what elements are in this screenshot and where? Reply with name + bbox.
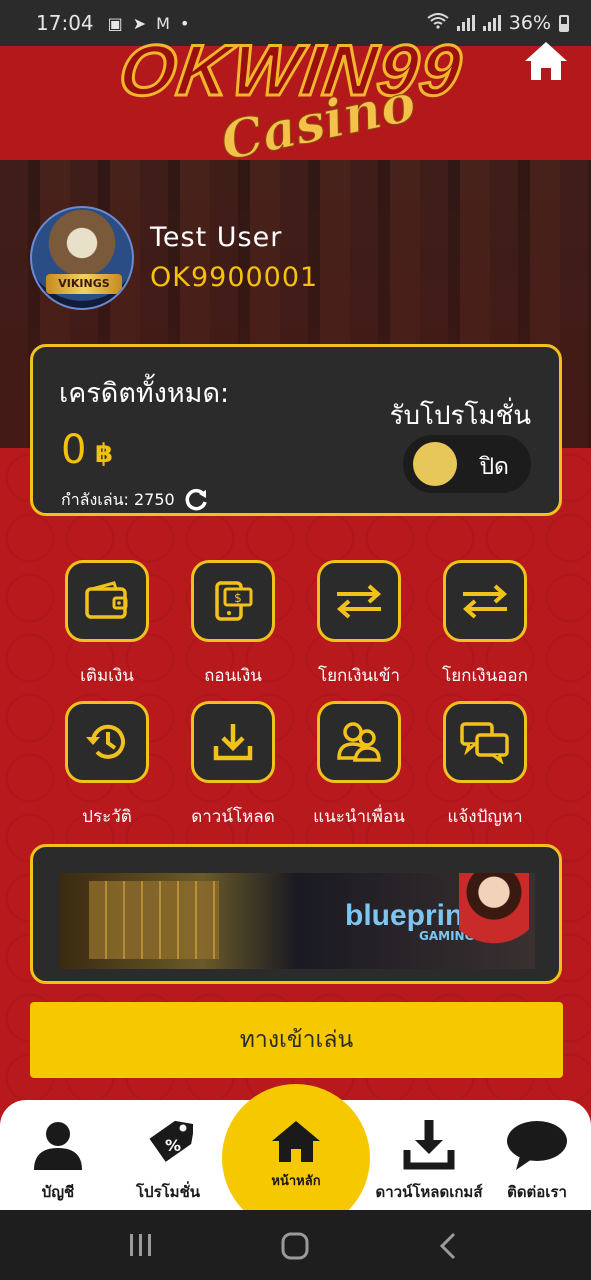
username: Test User <box>150 222 283 253</box>
menu-label: ประวัติ <box>82 807 132 827</box>
download-icon <box>191 701 275 783</box>
system-navigation-bar <box>0 1210 591 1280</box>
mobile-money-icon: $ <box>191 560 275 642</box>
nav-account[interactable]: บัญชี <box>8 1100 108 1210</box>
history-icon <box>65 701 149 783</box>
credit-amount: 0 <box>61 427 87 473</box>
promo-toggle[interactable]: ปิด <box>403 435 531 493</box>
banner-brand: blueprint <box>345 899 474 932</box>
nav-label: หน้าหลัก <box>271 1174 321 1189</box>
credit-card: เครดิตทั้งหมด: 0 ฿ กำลังเล่น: 2750 รับโป… <box>30 344 562 516</box>
chat-bubble-icon <box>490 1100 584 1170</box>
status-time: 17:04 <box>36 11 94 35</box>
user-id: OK9900001 <box>150 262 319 293</box>
promo-banner[interactable]: blueprint GAMING <box>30 844 562 984</box>
promo-label: รับโปรโมชั่น <box>389 401 531 431</box>
menu-download[interactable]: ดาวน์โหลด <box>170 701 296 827</box>
nav-label: ดาวน์โหลดเกมส์ <box>375 1183 483 1201</box>
baht-icon: ฿ <box>95 439 114 469</box>
wallet-icon <box>65 560 149 642</box>
home-system-icon[interactable] <box>281 1232 309 1264</box>
menu-history[interactable]: ประวัติ <box>44 701 170 827</box>
menu-label: เติมเงิน <box>80 666 134 686</box>
banner-character-image <box>459 873 529 969</box>
battery-percent: 36% <box>508 12 551 34</box>
back-icon[interactable] <box>438 1232 458 1264</box>
users-icon <box>317 701 401 783</box>
menu-label: โยกเงินออก <box>442 666 528 686</box>
menu-transfer-in[interactable]: โยกเงินเข้า <box>296 560 422 686</box>
menu-label: แจ้งปัญหา <box>447 807 523 827</box>
slot-reels-image <box>89 881 219 959</box>
battery-icon <box>559 14 569 32</box>
transfer-icon <box>443 560 527 642</box>
menu-label: แนะนำเพื่อน <box>313 807 405 827</box>
user-icon <box>8 1100 108 1170</box>
nav-download-game[interactable]: ดาวน์โหลดเกมส์ <box>374 1100 484 1210</box>
toggle-knob <box>413 442 457 486</box>
credit-label: เครดิตทั้งหมด: <box>59 378 230 409</box>
menu-label: ถอนเงิน <box>204 666 262 686</box>
svg-text:$: $ <box>234 591 242 605</box>
okwin99-logo: OKWIN99 Casino <box>113 20 480 174</box>
refresh-icon[interactable] <box>183 487 209 513</box>
banner-image: blueprint GAMING <box>59 873 535 969</box>
nav-label: โปรโมชั่น <box>135 1183 200 1201</box>
nav-promotion[interactable]: % โปรโมชั่น <box>118 1100 218 1210</box>
playing-label: กำลังเล่น: 2750 <box>61 489 175 509</box>
download-icon <box>374 1100 484 1170</box>
menu-withdraw[interactable]: $ ถอนเงิน <box>170 560 296 686</box>
nav-label: ติดต่อเรา <box>507 1183 567 1201</box>
menu-refer-friend[interactable]: แนะนำเพื่อน <box>296 701 422 827</box>
play-entrance-button[interactable]: ทางเข้าเล่น <box>30 1002 563 1078</box>
avatar[interactable]: VIKINGS <box>30 206 134 310</box>
recent-apps-icon[interactable] <box>128 1232 154 1262</box>
home-icon <box>222 1118 370 1168</box>
percent-tag-icon: % <box>118 1100 218 1170</box>
home-icon[interactable] <box>523 40 569 82</box>
menu-label: โยกเงินเข้า <box>317 666 401 686</box>
toggle-state: ปิด <box>479 454 509 480</box>
menu-label: ดาวน์โหลด <box>191 807 275 827</box>
menu-transfer-out[interactable]: โยกเงินออก <box>422 560 548 686</box>
signal-icon-2 <box>482 15 501 31</box>
avatar-game-tag: VIKINGS <box>46 274 122 294</box>
transfer-icon <box>317 560 401 642</box>
menu-deposit[interactable]: เติมเงิน <box>44 560 170 686</box>
svg-text:%: % <box>165 1136 181 1155</box>
playing-balance: กำลังเล่น: 2750 <box>61 487 209 513</box>
chat-icon <box>443 701 527 783</box>
menu-report-problem[interactable]: แจ้งปัญหา <box>422 701 548 827</box>
nav-label: บัญชี <box>41 1183 75 1201</box>
nav-contact[interactable]: ติดต่อเรา <box>490 1100 584 1210</box>
